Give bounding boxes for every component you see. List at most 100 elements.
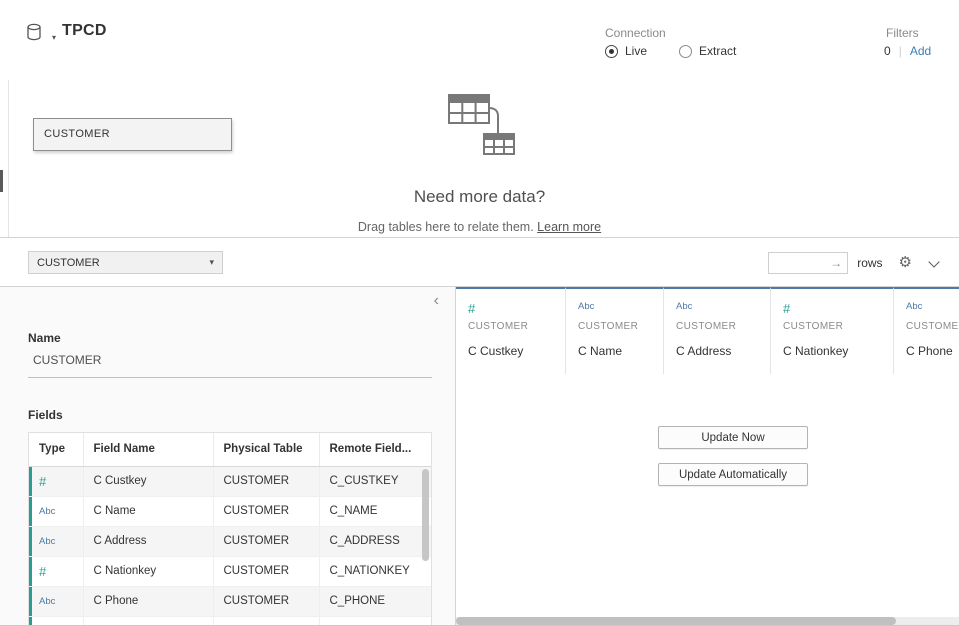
field-name-cell: C Name — [83, 496, 213, 526]
collapse-pane-icon[interactable]: ‹ — [434, 292, 439, 310]
data-grid-header: # CUSTOMER C Custkey Abc CUSTOMER C Name… — [456, 287, 959, 374]
filters-row: 0 | Add — [884, 44, 931, 58]
fields-vertical-scrollbar[interactable] — [422, 469, 429, 561]
string-type-icon: Abc — [906, 301, 959, 315]
fields-table-container: Type Field Name Physical Table Remote Fi… — [28, 432, 432, 626]
grid-horizontal-scrollbar[interactable] — [456, 617, 896, 625]
type-cell: Abc — [29, 496, 83, 526]
filters-add-link[interactable]: Add — [910, 44, 931, 58]
grid-column-table: CUSTOMER — [676, 321, 758, 332]
column-header-remote-field: Remote Field... — [319, 433, 432, 466]
remote-field-cell: C_CUSTKEY — [319, 466, 432, 496]
number-type-icon: # — [39, 474, 46, 489]
grid-column-field: C Nationkey — [783, 344, 881, 358]
grid-column-field: C Address — [676, 344, 758, 358]
physical-table-cell: CUSTOMER — [213, 586, 319, 616]
string-type-icon: Abc — [39, 506, 55, 517]
field-name-cell: C Address — [83, 526, 213, 556]
toolbar-right-controls: → rows ⚙ — [768, 251, 946, 274]
connection-extract-radio[interactable]: Extract — [679, 44, 736, 58]
relationship-canvas: CUSTOMER Need more data? — [0, 80, 959, 238]
grid-column-table: CUSTOMER — [783, 321, 881, 332]
tableau-data-source-page: ▾ TPCD Connection Live Extract Filters 0… — [0, 0, 959, 626]
radio-unselected-icon — [679, 45, 692, 58]
connection-live-label: Live — [625, 44, 647, 58]
type-cell: # — [29, 466, 83, 496]
grid-column-c-name[interactable]: Abc CUSTOMER C Name — [566, 287, 664, 374]
remote-field-cell: C_PHONE — [319, 586, 432, 616]
field-row-c-address[interactable]: Abc C Address CUSTOMER C_ADDRESS — [29, 526, 432, 556]
field-row-c-phone[interactable]: Abc C Phone CUSTOMER C_PHONE — [29, 586, 432, 616]
grid-column-c-nationkey[interactable]: # CUSTOMER C Nationkey — [771, 287, 894, 374]
field-name-cell: C Nationkey — [83, 556, 213, 586]
type-cell: Abc — [29, 586, 83, 616]
empty-state-subtitle: Drag tables here to relate them. Learn m… — [0, 220, 959, 234]
connection-radio-group: Live Extract — [605, 44, 736, 58]
number-type-icon: # — [783, 301, 881, 315]
name-label: Name — [28, 331, 61, 345]
physical-table-cell: CUSTOMER — [213, 556, 319, 586]
grid-column-c-phone[interactable]: Abc CUSTOMER C Phone — [894, 287, 959, 374]
field-row-c-name[interactable]: Abc C Name CUSTOMER C_NAME — [29, 496, 432, 526]
data-grid-pane: # CUSTOMER C Custkey Abc CUSTOMER C Name… — [456, 287, 959, 626]
filters-separator: | — [899, 44, 902, 58]
empty-state-title: Need more data? — [0, 187, 959, 207]
connection-label: Connection — [605, 26, 666, 40]
table-select-dropdown[interactable]: CUSTOMER ▾ — [28, 251, 223, 274]
type-cell: # — [29, 556, 83, 586]
rows-input-box: → — [768, 252, 848, 274]
go-arrow-icon: → — [830, 256, 847, 270]
data-source-icon[interactable]: ▾ — [26, 23, 58, 43]
update-automatically-button[interactable]: Update Automatically — [658, 463, 808, 486]
metadata-pane: ‹ Name CUSTOMER Fields Type Field Name P… — [0, 287, 456, 626]
grid-column-field: C Custkey — [468, 344, 553, 358]
field-name-cell: C Custkey — [83, 466, 213, 496]
type-cell: Abc — [29, 526, 83, 556]
field-row-c-nationkey[interactable]: # C Nationkey CUSTOMER C_NATIONKEY — [29, 556, 432, 586]
filters-count: 0 — [884, 44, 891, 58]
physical-table-cell: CUSTOMER — [213, 466, 319, 496]
empty-state: Need more data? Drag tables here to rela… — [0, 92, 959, 234]
top-header: ▾ TPCD Connection Live Extract Filters 0… — [0, 0, 959, 80]
grid-column-c-custkey[interactable]: # CUSTOMER C Custkey — [456, 287, 566, 374]
chevron-down-icon[interactable] — [926, 255, 942, 271]
update-now-button[interactable]: Update Now — [658, 426, 808, 449]
connection-live-radio[interactable]: Live — [605, 44, 647, 58]
tables-relate-icon — [434, 92, 526, 156]
number-type-icon: # — [39, 564, 46, 579]
dropdown-caret-icon: ▾ — [209, 257, 214, 268]
grid-column-table: CUSTOMER — [578, 321, 651, 332]
fields-header-row: Type Field Name Physical Table Remote Fi… — [29, 433, 432, 466]
column-header-type: Type — [29, 433, 83, 466]
connection-extract-label: Extract — [699, 44, 736, 58]
string-type-icon: Abc — [578, 301, 651, 315]
field-name-cell: C Phone — [83, 586, 213, 616]
string-type-icon: Abc — [39, 536, 55, 547]
table-details-toolbar: CUSTOMER ▾ → rows ⚙ — [0, 238, 959, 287]
grid-column-field: C Name — [578, 344, 651, 358]
datasource-title: TPCD — [62, 22, 107, 40]
drag-tables-text: Drag tables here to relate them. — [358, 220, 534, 234]
rows-label: rows — [857, 256, 882, 270]
database-cylinder-icon — [26, 23, 44, 42]
radio-selected-icon — [605, 45, 618, 58]
grid-column-c-address[interactable]: Abc CUSTOMER C Address — [664, 287, 771, 374]
string-type-icon: Abc — [39, 596, 55, 607]
number-type-icon: # — [468, 301, 553, 315]
fields-label: Fields — [28, 408, 63, 422]
grid-column-field: C Phone — [906, 344, 959, 358]
grid-horizontal-scrollbar-track — [456, 617, 959, 625]
remote-field-cell: C_NAME — [319, 496, 432, 526]
table-select-value: CUSTOMER — [37, 257, 100, 269]
column-header-field-name: Field Name — [83, 433, 213, 466]
remote-field-cell: C_NATIONKEY — [319, 556, 432, 586]
gear-icon[interactable]: ⚙ — [899, 255, 912, 270]
rows-input[interactable] — [769, 254, 821, 272]
physical-table-cell: CUSTOMER — [213, 526, 319, 556]
physical-table-cell: CUSTOMER — [213, 496, 319, 526]
column-header-physical-table: Physical Table — [213, 433, 319, 466]
learn-more-link[interactable]: Learn more — [537, 220, 601, 234]
table-name-field[interactable]: CUSTOMER — [28, 349, 432, 378]
grid-column-table: CUSTOMER — [906, 321, 959, 332]
field-row-c-custkey[interactable]: # C Custkey CUSTOMER C_CUSTKEY — [29, 466, 432, 496]
